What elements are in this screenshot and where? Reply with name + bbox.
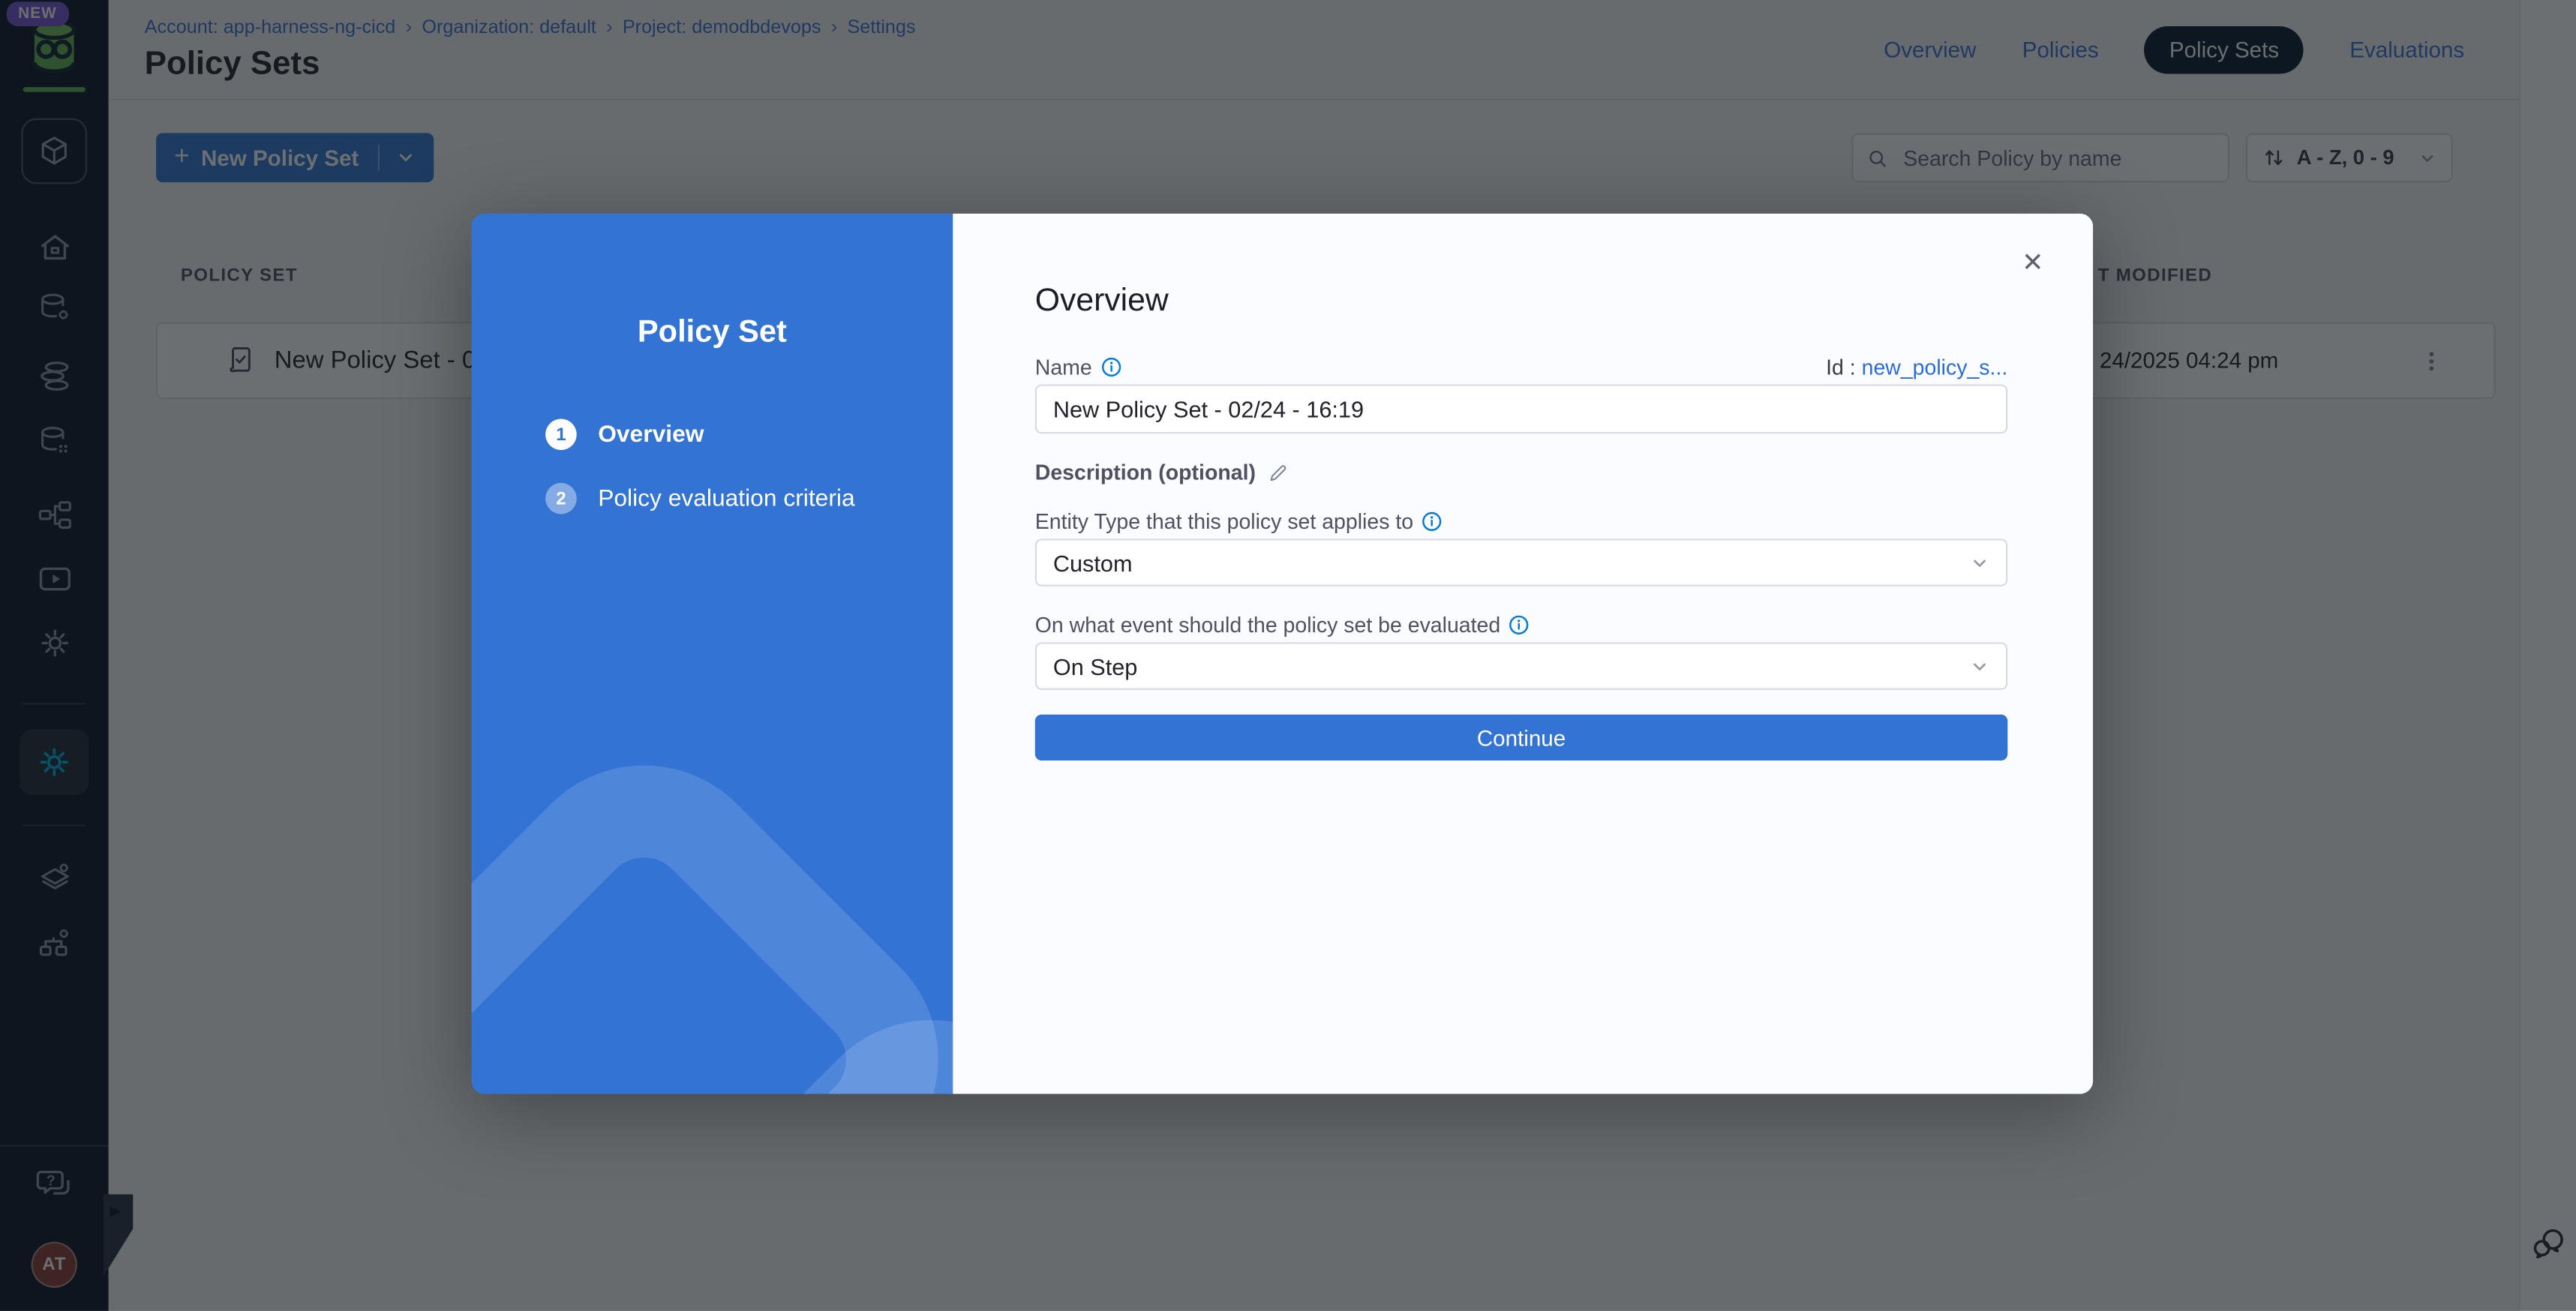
chevron-down-icon (1970, 553, 1989, 572)
event-label: On what event should the policy set be e… (1035, 613, 1500, 638)
id-link[interactable]: new_policy_s... (1862, 355, 2008, 380)
name-label: Name (1035, 355, 1092, 380)
entity-type-label: Entity Type that this policy set applies… (1035, 509, 1413, 534)
entity-type-value: Custom (1053, 550, 1133, 576)
event-label-row: On what event should the policy set be e… (1035, 613, 1530, 638)
id-prefix: Id : (1826, 355, 1856, 380)
continue-button[interactable]: Continue (1035, 715, 2008, 760)
step-number-badge: 2 (545, 483, 577, 514)
info-icon[interactable] (1422, 511, 1443, 532)
wizard-title: Policy Set (472, 315, 953, 351)
event-value: On Step (1053, 653, 1138, 680)
form-section-title: Overview (1035, 283, 1169, 320)
close-icon[interactable]: ✕ (2022, 247, 2043, 280)
id-wrap: Id : new_policy_s... (1826, 355, 2007, 380)
wizard-panel: Policy Set 1 Overview 2 Policy evaluatio… (472, 214, 953, 1094)
app-root: NEW (0, 0, 2576, 1311)
entity-type-select[interactable]: Custom (1035, 538, 2008, 586)
entity-type-label-row: Entity Type that this policy set applies… (1035, 509, 1443, 534)
step-label: Policy evaluation criteria (598, 485, 854, 512)
new-policy-set-modal: Policy Set 1 Overview 2 Policy evaluatio… (472, 214, 2094, 1094)
chevron-down-icon (1970, 656, 1989, 676)
info-icon[interactable] (1509, 614, 1530, 635)
step-number-badge: 1 (545, 418, 577, 450)
name-label-wrap: Name (1035, 355, 1121, 380)
event-select[interactable]: On Step (1035, 642, 2008, 690)
step-label: Overview (598, 422, 704, 448)
wizard-step-overview[interactable]: 1 Overview (545, 418, 704, 450)
name-input[interactable] (1035, 384, 2008, 434)
description-label: Description (optional) (1035, 460, 1256, 484)
info-icon[interactable] (1100, 356, 1121, 377)
overview-form-panel: ✕ Overview Name Id : new_policy_s... (953, 214, 2093, 1094)
wizard-step-evaluation-criteria[interactable]: 2 Policy evaluation criteria (545, 483, 855, 514)
pencil-edit-icon[interactable] (1267, 460, 1290, 484)
name-label-row: Name Id : new_policy_s... (1035, 355, 2008, 380)
description-label-row: Description (optional) (1035, 460, 1290, 484)
